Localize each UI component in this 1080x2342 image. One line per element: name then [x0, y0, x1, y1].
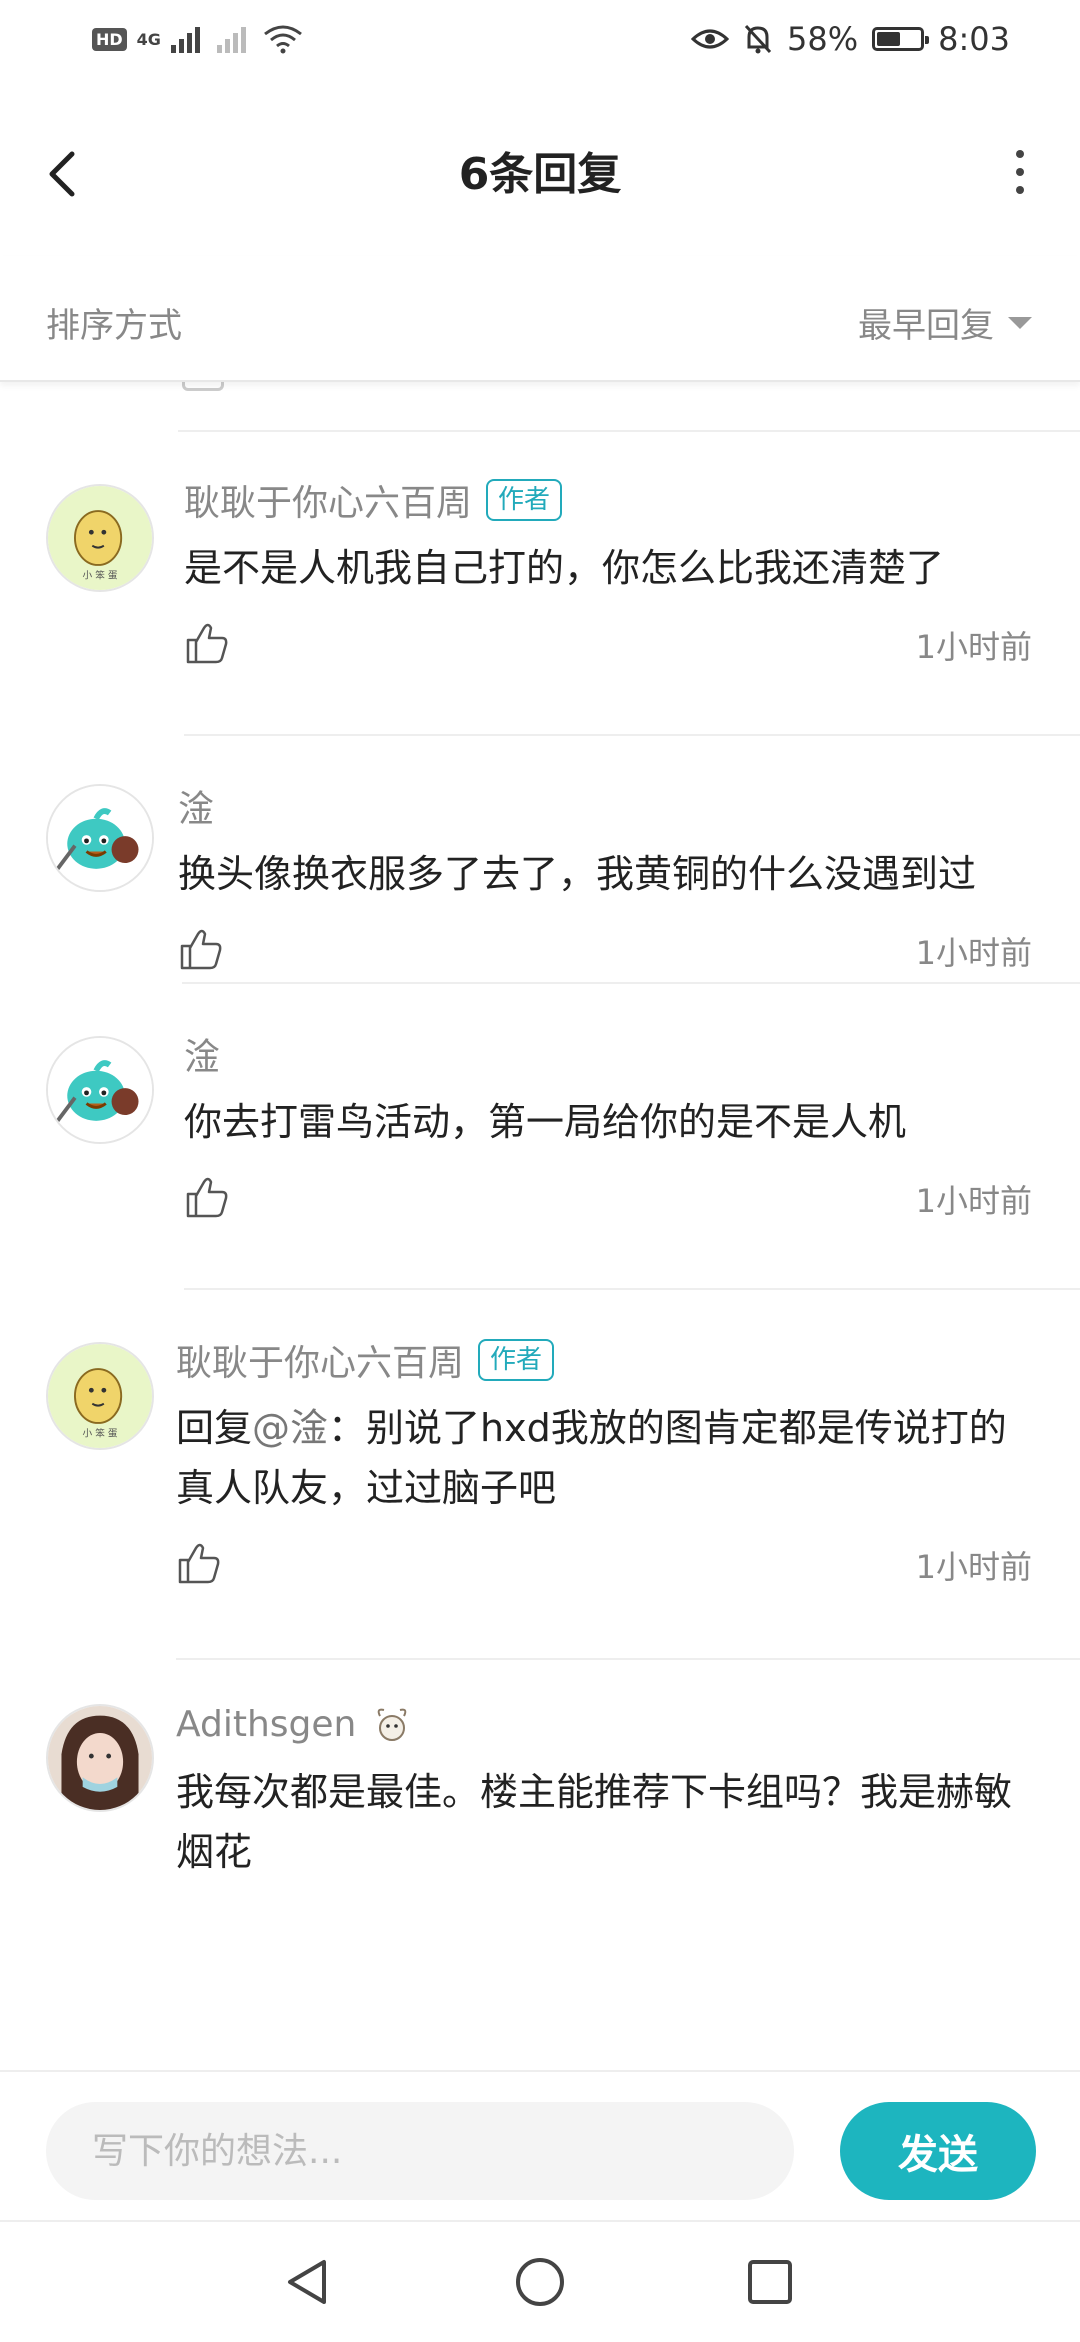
send-button[interactable]: 发送: [840, 2102, 1036, 2200]
comment-footer: 1小时前: [178, 920, 1032, 990]
username[interactable]: 淦: [178, 780, 214, 832]
nav-home-icon[interactable]: [510, 2252, 570, 2312]
comment-footer: 1小时前: [184, 1168, 1032, 1238]
user-photo-avatar-icon: [48, 1706, 152, 1810]
comment-body: 耿耿于你心六百周 作者 回复@淦：别说了hxd我放的图肯定都是传说打的真人队友，…: [176, 1334, 1032, 1604]
comment-item: Adithsgen 我每次都是最佳。楼主能推荐下卡组吗？我是赫敏烟花: [0, 1660, 1080, 2070]
signal-weak-icon: [216, 27, 246, 53]
sort-dropdown[interactable]: 最早回复: [858, 298, 1032, 347]
more-options-button[interactable]: [1000, 140, 1040, 204]
eye-icon: [691, 29, 730, 49]
comment-item: 淦 你去打雷鸟活动，第一局给你的是不是人机 1小时前: [0, 984, 1080, 1290]
comment-item: 淦 换头像换衣服多了去了，我黄铜的什么没遇到过 1小时前: [0, 736, 1080, 984]
comment-body: 耿耿于你心六百周 作者 是不是人机我自己打的，你怎么比我还清楚了 1小时前: [184, 474, 1032, 684]
thumbs-up-icon[interactable]: [176, 1540, 222, 1586]
avatar[interactable]: [46, 1704, 154, 1812]
comment-composer: 发送: [0, 2070, 1080, 2222]
status-bar: HD 4G 58% 8:03: [0, 0, 1080, 88]
username-row: 耿耿于你心六百周 作者: [184, 474, 1032, 526]
mute-bell-icon: [744, 24, 772, 54]
comment-text: 我每次都是最佳。楼主能推荐下卡组吗？我是赫敏烟花: [176, 1770, 1013, 1874]
previous-comment-stub: [178, 380, 1080, 432]
comment-body: 淦 你去打雷鸟活动，第一局给你的是不是人机 1小时前: [184, 1028, 1032, 1238]
nav-recents-icon[interactable]: [740, 2252, 800, 2312]
caret-down-icon: [1008, 316, 1032, 329]
comment-time: 1小时前: [915, 1548, 1032, 1586]
author-badge: 作者: [486, 479, 563, 521]
thumbs-up-icon[interactable]: [184, 620, 230, 666]
comment-time: 1小时前: [915, 1182, 1032, 1220]
comment-body: 淦 换头像换衣服多了去了，我黄铜的什么没遇到过 1小时前: [178, 780, 1032, 990]
username-row: 淦: [184, 1028, 1032, 1080]
comment-text: 回复@淦：别说了hxd我放的图肯定都是传说打的真人队友，过过脑子吧: [176, 1398, 1032, 1518]
thumbs-up-icon[interactable]: [178, 926, 224, 972]
username-row: 淦: [178, 780, 1032, 832]
username[interactable]: 耿耿于你心六百周: [176, 1334, 464, 1386]
wifi-icon: [264, 25, 302, 54]
svg-text:小 笨 蛋: 小 笨 蛋: [83, 1427, 118, 1439]
avatar[interactable]: 小 笨 蛋: [46, 1342, 154, 1450]
comment-time: 1小时前: [915, 934, 1032, 972]
author-badge: 作者: [478, 1339, 555, 1381]
hd-badge: HD: [92, 27, 127, 51]
cyan-creature-avatar-icon: [48, 1038, 152, 1142]
sort-selected-value: 最早回复: [858, 306, 994, 346]
cyan-creature-avatar-icon: [48, 786, 152, 890]
status-left: HD 4G: [92, 24, 303, 54]
goat-badge-icon: [378, 1708, 407, 1741]
battery-percent: 58%: [787, 20, 859, 58]
potato-avatar-icon: 小 笨 蛋: [48, 486, 152, 590]
sort-label: 排序方式: [46, 306, 182, 346]
sort-bar: 排序方式 最早回复: [0, 256, 1080, 382]
page-title: 6条回复: [458, 149, 622, 200]
username[interactable]: 耿耿于你心六百周: [184, 474, 472, 526]
status-right: 58% 8:03: [691, 20, 1010, 58]
comment-footer: 1小时前: [176, 1534, 1032, 1604]
network-type: 4G: [136, 29, 161, 49]
comment-text: 是不是人机我自己打的，你怎么比我还清楚了: [184, 546, 945, 590]
comment-footer: 1小时前: [184, 614, 1032, 684]
battery-icon: [872, 27, 930, 51]
nav-back-icon[interactable]: [278, 2252, 338, 2312]
comment-list[interactable]: 小 笨 蛋 耿耿于你心六百周 作者 是不是人机我自己打的，你怎么比我还清楚了 1…: [0, 380, 1080, 2070]
username[interactable]: Adithsgen: [176, 1704, 356, 1745]
comment-text: 你去打雷鸟活动，第一局给你的是不是人机: [184, 1100, 907, 1144]
comment-text: 换头像换衣服多了去了，我黄铜的什么没遇到过: [178, 852, 977, 896]
potato-avatar-icon: 小 笨 蛋: [48, 1344, 152, 1448]
signal-icon: [170, 27, 200, 53]
comment-item: 小 笨 蛋 耿耿于你心六百周 作者 回复@淦：别说了hxd我放的图肯定都是传说打…: [0, 1290, 1080, 1660]
system-nav-bar: [0, 2220, 1080, 2342]
comment-time: 1小时前: [915, 628, 1032, 666]
reply-prefix: 回复: [176, 1406, 253, 1450]
comment-body: Adithsgen 我每次都是最佳。楼主能推荐下卡组吗？我是赫敏烟花: [176, 1698, 1032, 1882]
avatar[interactable]: [46, 1036, 154, 1144]
comment-input[interactable]: [46, 2102, 794, 2200]
comment-item: 小 笨 蛋 耿耿于你心六百周 作者 是不是人机我自己打的，你怎么比我还清楚了 1…: [0, 430, 1080, 736]
mention-link[interactable]: @淦: [252, 1406, 328, 1450]
username-row: Adithsgen: [176, 1698, 1032, 1750]
top-nav-bar: 6条回复: [0, 88, 1080, 258]
clock: 8:03: [938, 20, 1010, 58]
svg-text:小 笨 蛋: 小 笨 蛋: [83, 569, 118, 581]
thumbs-up-icon[interactable]: [184, 1174, 230, 1220]
more-vertical-icon: [1016, 150, 1024, 194]
username-row: 耿耿于你心六百周 作者: [176, 1334, 1032, 1386]
username[interactable]: 淦: [184, 1028, 220, 1080]
avatar[interactable]: [46, 784, 154, 892]
avatar[interactable]: 小 笨 蛋: [46, 484, 154, 592]
